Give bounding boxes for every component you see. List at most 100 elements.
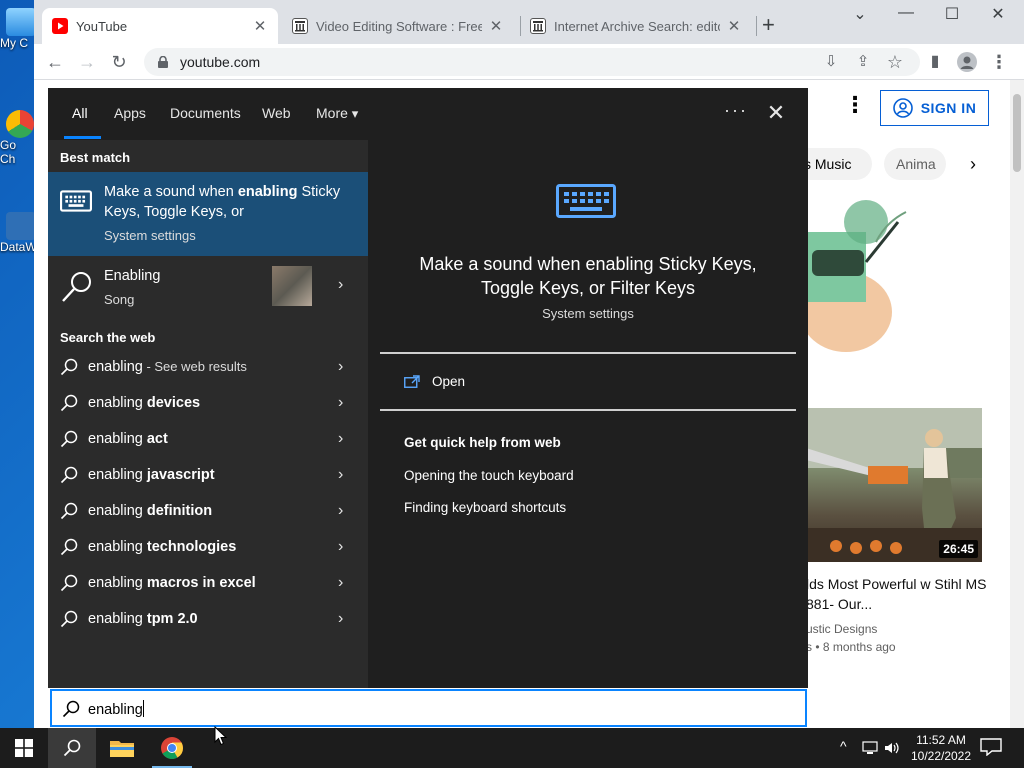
video-thumbnail[interactable]: 26:45 — [806, 408, 982, 562]
url-text: youtube.com — [180, 54, 261, 70]
divider — [380, 409, 796, 411]
desktop-icon-label: Go Ch — [0, 138, 17, 166]
open-label: Open — [432, 374, 466, 389]
tab-video-editing[interactable]: Video Editing Software : Free Do ✕ — [282, 8, 514, 44]
windows-search-panel: All Apps Documents Web More ▾ ··· ✕ Best… — [48, 88, 808, 688]
tab-search-dropdown-icon[interactable]: ⌄ — [840, 4, 880, 24]
open-button[interactable]: Open — [404, 374, 465, 389]
search-icon — [62, 272, 91, 302]
network-icon[interactable] — [862, 741, 878, 755]
video-channel[interactable]: ustic Designs — [806, 622, 877, 636]
side-panel-icon[interactable]: ▮ — [922, 50, 948, 74]
close-tab-icon[interactable]: ✕ — [726, 17, 742, 35]
lock-icon — [158, 56, 168, 68]
tab-documents[interactable]: Documents — [170, 105, 241, 121]
back-arrow-icon[interactable]: ← — [42, 50, 68, 74]
page-scrollbar[interactable] — [1010, 80, 1024, 728]
tab-more[interactable]: More ▾ — [316, 105, 358, 122]
song-title: Enabling — [104, 268, 161, 284]
banner-illustration — [800, 192, 1004, 352]
web-result-row[interactable]: enabling javascript › — [48, 458, 368, 494]
chevron-right-icon[interactable]: › — [970, 154, 976, 175]
chevron-right-icon[interactable]: › — [338, 466, 343, 484]
song-result[interactable]: Enabling Song › — [48, 258, 368, 314]
scrollbar-thumb[interactable] — [1013, 94, 1021, 172]
quick-help-link-keyboard-shortcuts[interactable]: Finding keyboard shortcuts — [404, 500, 566, 515]
show-hidden-icons-chevron[interactable]: ^ — [840, 738, 847, 754]
best-match-heading: Best match — [60, 150, 131, 165]
share-icon[interactable]: ⇪ — [850, 50, 876, 74]
chevron-right-icon[interactable]: › — [338, 502, 343, 520]
search-web-heading: Search the web — [60, 330, 156, 345]
search-filter-tabs: All Apps Documents Web More ▾ ··· ✕ — [48, 88, 808, 140]
tab-apps[interactable]: Apps — [114, 105, 146, 121]
desktop-icon-google-chrome[interactable]: Go Ch — [0, 110, 36, 166]
taskbar-search-button[interactable] — [48, 728, 96, 768]
reload-icon[interactable]: ↻ — [106, 50, 132, 74]
notification-icon[interactable] — [980, 738, 1002, 756]
best-match-title: Make a sound when enabling Sticky Keys, … — [104, 184, 341, 220]
chevron-right-icon[interactable]: › — [338, 610, 343, 628]
best-match-result[interactable]: Make a sound when enabling Sticky Keys, … — [48, 172, 368, 256]
tab-title: Internet Archive Search: editor v — [554, 18, 720, 34]
install-app-icon[interactable]: ⇩ — [818, 50, 844, 74]
search-icon — [60, 610, 78, 628]
search-icon — [60, 358, 78, 376]
tab-web[interactable]: Web — [262, 105, 291, 121]
volume-icon[interactable] — [884, 741, 900, 755]
search-input[interactable]: enabling — [50, 689, 807, 727]
chip-animation[interactable]: Anima — [884, 148, 946, 180]
chip-label: s Music — [804, 156, 852, 172]
search-icon — [60, 538, 78, 556]
web-result-row[interactable]: enabling act › — [48, 422, 368, 458]
web-result-text: enabling definition — [88, 503, 213, 519]
chrome-taskbar-button[interactable] — [148, 728, 196, 768]
text-caret — [142, 700, 144, 717]
web-result-row[interactable]: enabling macros in excel › — [48, 566, 368, 602]
chevron-right-icon[interactable]: › — [338, 276, 343, 294]
file-explorer-button[interactable] — [98, 728, 146, 768]
youtube-icon — [52, 18, 68, 34]
more-options-icon[interactable]: ··· — [724, 100, 748, 121]
song-subtitle: Song — [104, 292, 135, 307]
chevron-right-icon[interactable]: › — [338, 394, 343, 412]
address-bar[interactable]: youtube.com — [144, 48, 920, 76]
internet-archive-icon — [292, 18, 308, 34]
youtube-more-icon[interactable]: ⋮ — [844, 92, 866, 118]
chrome-menu-icon[interactable]: ⋮ — [986, 50, 1012, 74]
close-window-button[interactable]: ✕ — [978, 4, 1018, 24]
new-tab-button[interactable]: + — [762, 12, 775, 38]
forward-arrow-icon[interactable]: → — [74, 50, 100, 74]
profile-avatar-icon[interactable] — [954, 50, 980, 74]
web-result-row[interactable]: enabling - See web results › — [48, 350, 368, 386]
tab-youtube[interactable]: YouTube ✕ — [42, 8, 278, 44]
minimize-button[interactable]: — — [886, 4, 926, 22]
clock[interactable]: 11:52 AM 10/22/2022 — [906, 732, 976, 764]
chip-label: Anima — [896, 156, 936, 172]
web-result-row[interactable]: enabling definition › — [48, 494, 368, 530]
tab-internet-archive-search[interactable]: Internet Archive Search: editor v ✕ — [520, 8, 752, 44]
desktop-icon-this-pc[interactable]: My C — [0, 8, 36, 50]
chevron-right-icon[interactable]: › — [338, 430, 343, 448]
open-external-icon — [404, 375, 420, 388]
video-title[interactable]: lds Most Powerful w Stihl MS 881- Our... — [806, 574, 996, 614]
chevron-right-icon[interactable]: › — [338, 538, 343, 556]
start-button[interactable] — [0, 728, 48, 768]
close-tab-icon[interactable]: ✕ — [488, 17, 504, 35]
web-result-row[interactable]: enabling technologies › — [48, 530, 368, 566]
maximize-button[interactable]: ☐ — [932, 4, 972, 24]
clock-date: 10/22/2022 — [910, 749, 972, 763]
web-result-text: enabling act — [88, 431, 168, 447]
monitor-icon — [6, 8, 36, 36]
web-result-row[interactable]: enabling tpm 2.0 › — [48, 602, 368, 638]
chevron-right-icon[interactable]: › — [338, 358, 343, 376]
desktop-icon-datawrapper[interactable]: DataW — [0, 212, 37, 254]
web-result-row[interactable]: enabling devices › — [48, 386, 368, 422]
close-tab-icon[interactable]: ✕ — [252, 17, 268, 35]
chevron-right-icon[interactable]: › — [338, 574, 343, 592]
tab-all[interactable]: All — [72, 105, 88, 121]
close-icon[interactable]: ✕ — [764, 100, 788, 126]
sign-in-button[interactable]: SIGN IN — [880, 90, 989, 126]
bookmark-star-icon[interactable]: ☆ — [882, 50, 908, 74]
quick-help-link-touch-keyboard[interactable]: Opening the touch keyboard — [404, 468, 574, 483]
